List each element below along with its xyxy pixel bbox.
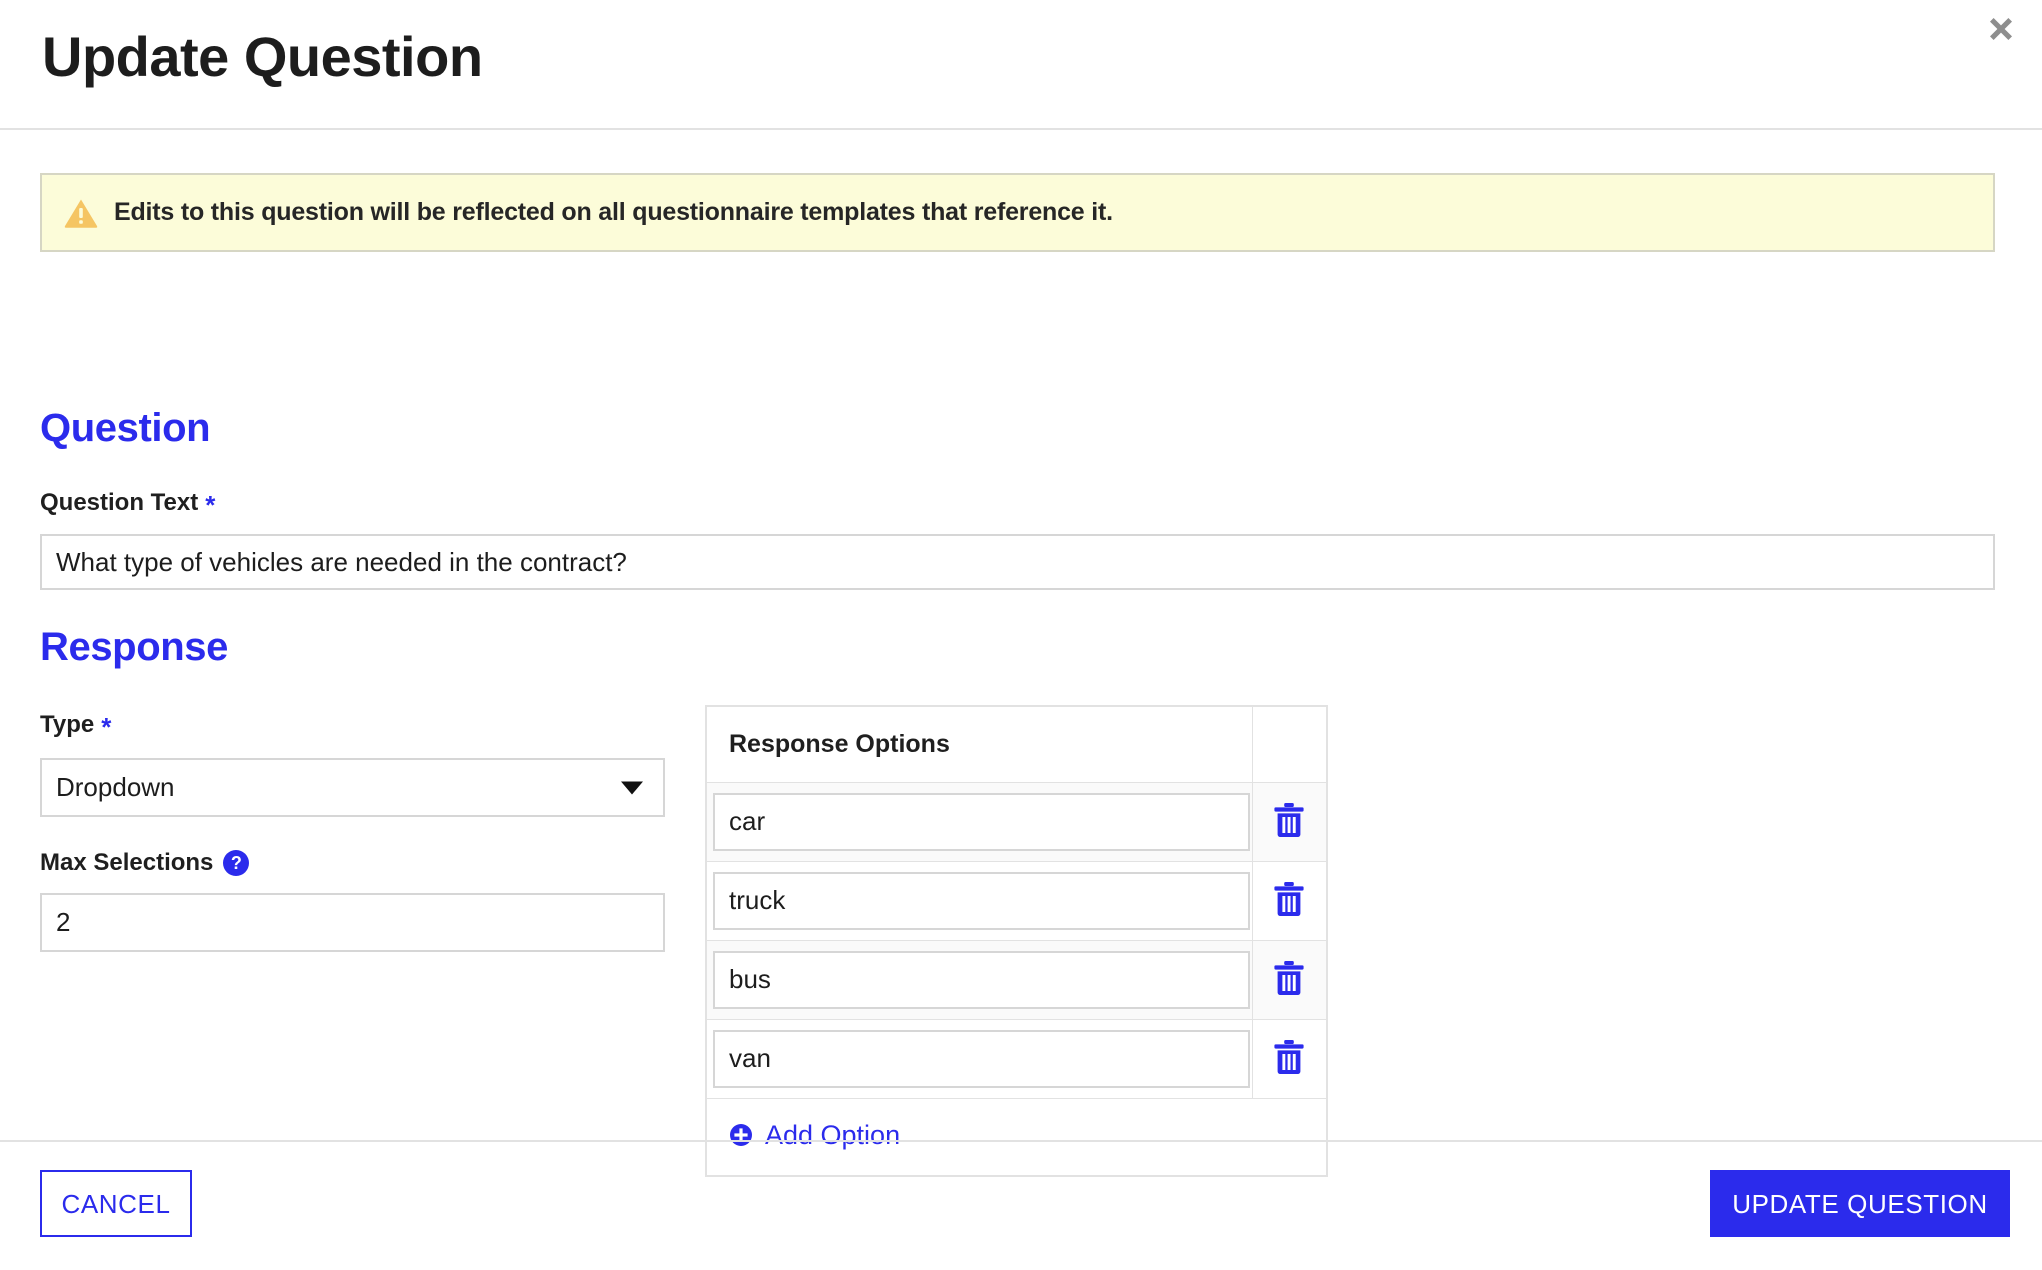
actions-column-header	[1251, 705, 1328, 783]
close-icon[interactable]	[1980, 8, 2022, 50]
option-action-cell	[1251, 1018, 1328, 1099]
help-circle-icon[interactable]: ?	[223, 850, 250, 876]
warning-banner: Edits to this question will be reflected…	[40, 173, 1995, 252]
modal-header: Update Question	[0, 0, 2042, 130]
max-selections-label-text: Max Selections	[40, 849, 214, 876]
delete-option-button[interactable]	[1267, 958, 1311, 1002]
table-row	[705, 860, 1328, 941]
modal-body: Edits to this question will be reflected…	[0, 130, 2042, 1177]
table-row	[705, 939, 1328, 1020]
option-cell	[705, 860, 1253, 941]
option-input[interactable]	[713, 950, 1250, 1009]
max-selections-input[interactable]	[40, 893, 665, 952]
cancel-button[interactable]: CANCEL	[40, 1170, 192, 1237]
required-asterisk: *	[101, 712, 112, 742]
option-input[interactable]	[713, 792, 1250, 851]
page-title: Update Question	[42, 25, 483, 88]
response-options-table-body	[705, 781, 1328, 1099]
delete-option-button[interactable]	[1267, 800, 1311, 844]
option-action-cell	[1251, 860, 1328, 941]
trash-icon	[1272, 960, 1306, 999]
type-label-text: Type	[40, 711, 95, 738]
warning-banner-text: Edits to this question will be reflected…	[114, 198, 1113, 226]
warning-triangle-icon	[64, 196, 98, 230]
table-row	[705, 781, 1328, 862]
trash-icon	[1272, 881, 1306, 920]
delete-option-button[interactable]	[1267, 879, 1311, 923]
max-selections-label: Max Selections ?	[40, 849, 250, 876]
option-input[interactable]	[713, 1029, 1250, 1088]
trash-icon	[1272, 802, 1306, 841]
option-input[interactable]	[713, 871, 1250, 930]
response-options-column-header: Response Options	[705, 705, 1253, 783]
option-action-cell	[1251, 781, 1328, 862]
option-action-cell	[1251, 939, 1328, 1020]
option-cell	[705, 1018, 1253, 1099]
response-options-table: Response Options Add Op	[705, 705, 1328, 1177]
delete-option-button[interactable]	[1267, 1037, 1311, 1081]
type-select-value[interactable]: Dropdown	[40, 758, 665, 817]
table-header-row: Response Options	[705, 705, 1328, 783]
response-options-table-head: Response Options	[705, 705, 1328, 783]
type-label: Type *	[40, 711, 112, 742]
modal-footer: CANCEL UPDATE QUESTION	[0, 1140, 2042, 1270]
question-section-heading: Question	[40, 406, 211, 450]
option-cell	[705, 939, 1253, 1020]
option-cell	[705, 781, 1253, 862]
question-text-label-text: Question Text	[40, 489, 199, 516]
required-asterisk: *	[205, 490, 216, 520]
question-text-label: Question Text *	[40, 489, 216, 520]
update-question-button[interactable]: UPDATE QUESTION	[1710, 1170, 2010, 1237]
question-text-input[interactable]	[40, 534, 1995, 590]
trash-icon	[1272, 1039, 1306, 1078]
type-select[interactable]: Dropdown	[40, 758, 665, 817]
table-row	[705, 1018, 1328, 1099]
response-section-heading: Response	[40, 625, 228, 669]
